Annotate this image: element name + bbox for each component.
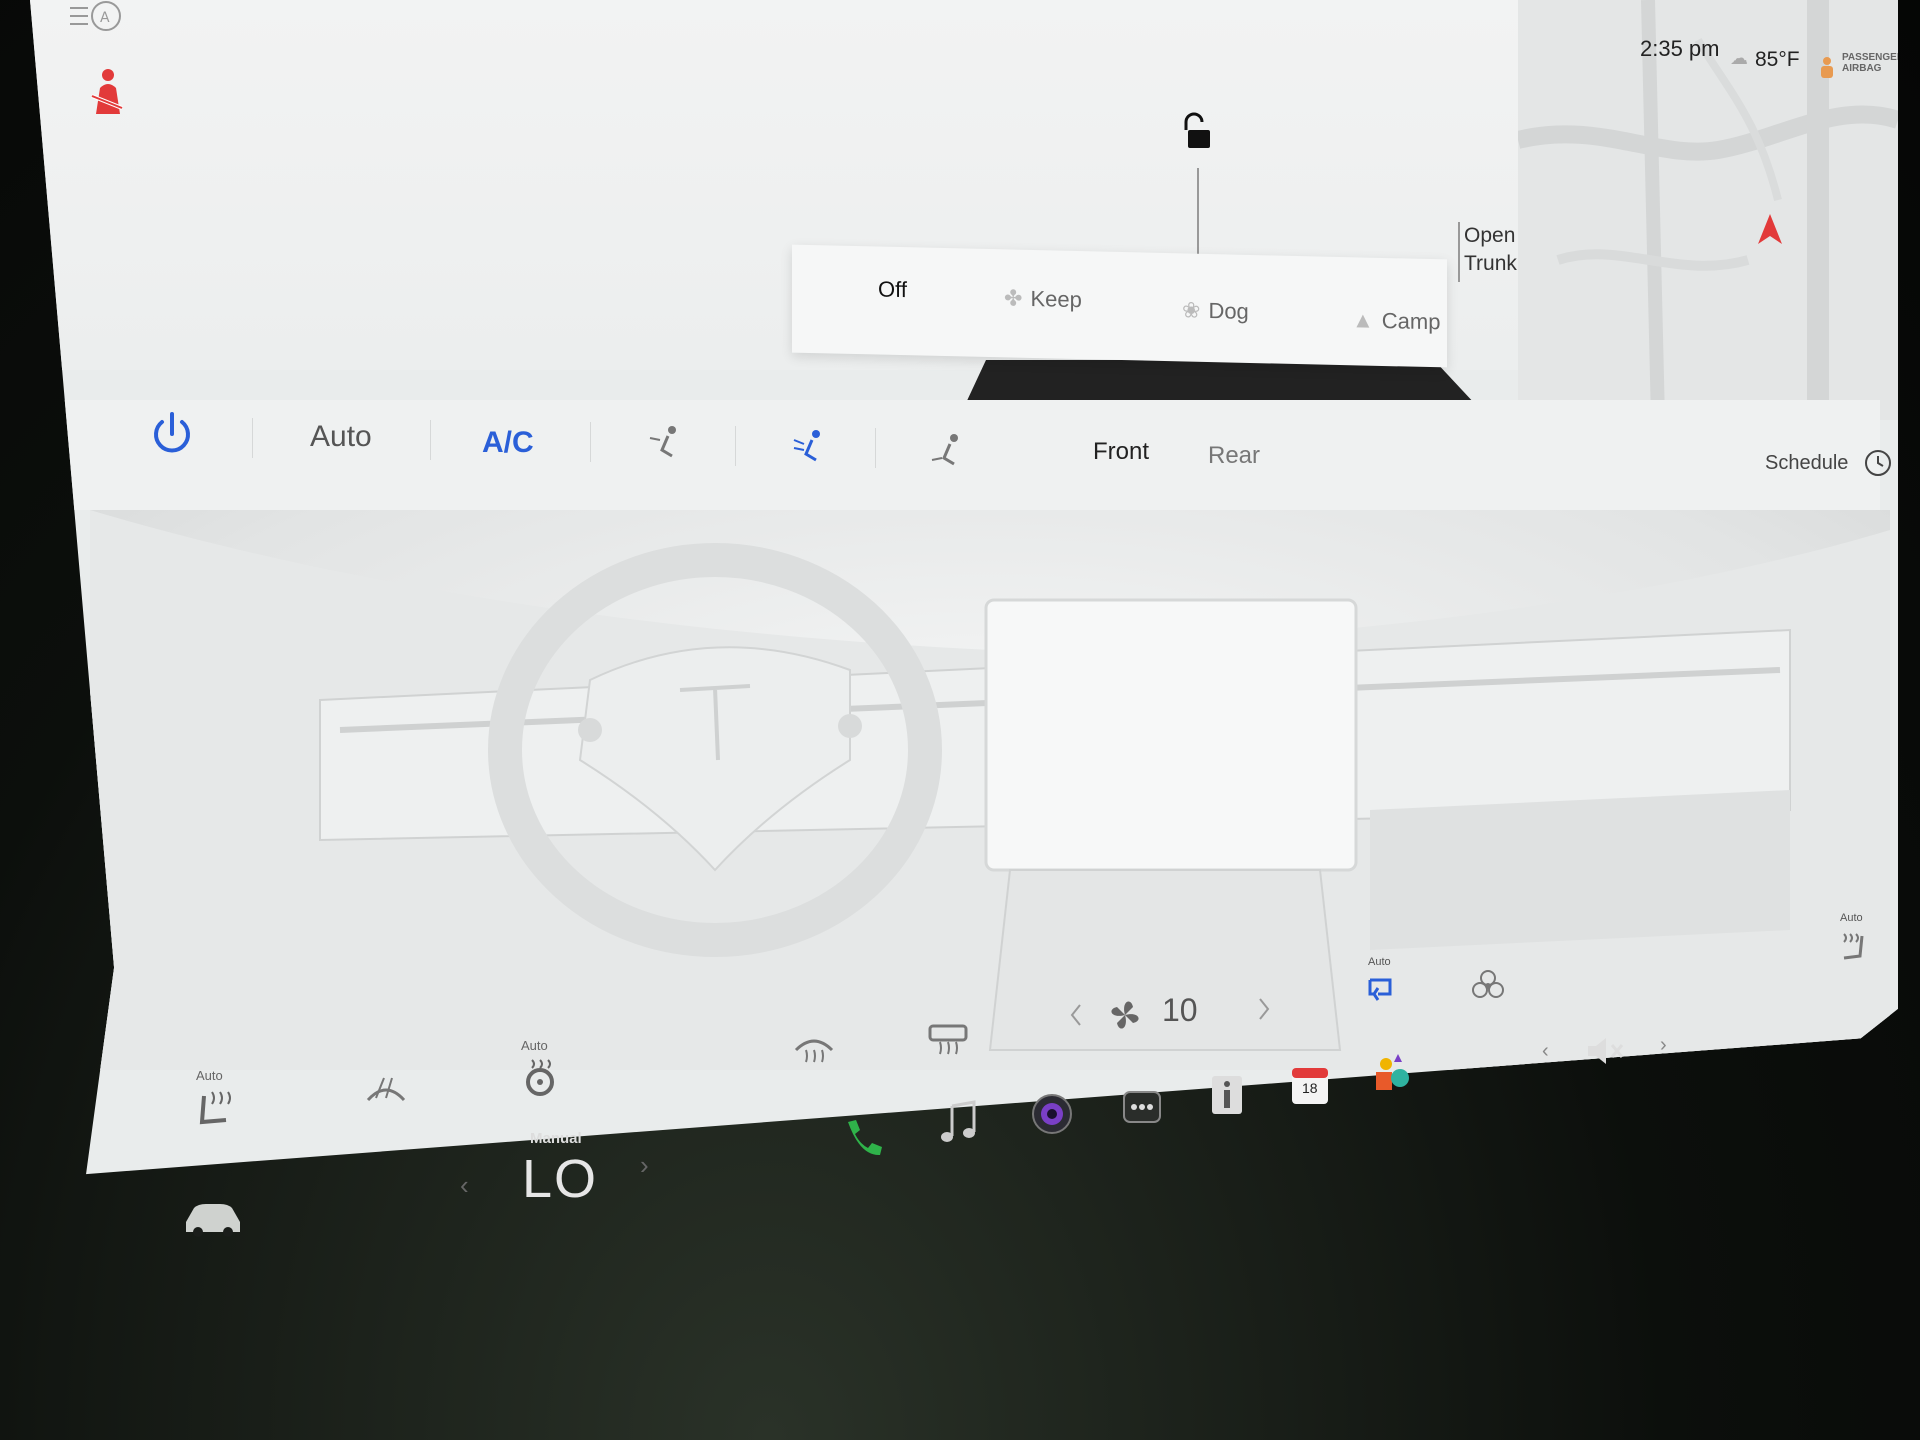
tent-icon: ▲ — [1352, 307, 1374, 333]
map-view[interactable] — [1518, 0, 1898, 420]
steering-heat-label: Auto — [521, 1038, 548, 1053]
rear-climate-tab[interactable]: Rear — [1208, 442, 1260, 470]
unlock-icon[interactable] — [1178, 112, 1214, 157]
divider — [735, 426, 736, 466]
driver-temp-mode: Manual — [530, 1130, 582, 1147]
clock-icon[interactable] — [1863, 448, 1893, 483]
svg-text:A: A — [100, 10, 110, 26]
climate-power-icon[interactable] — [148, 410, 196, 463]
navigation-arrow-icon — [1758, 214, 1782, 249]
trunk-callout-line — [1458, 222, 1460, 282]
passenger-airbag-icon — [1821, 57, 1833, 78]
recirculate-icon[interactable] — [1364, 974, 1398, 1009]
divider — [590, 422, 591, 462]
car-controls-icon[interactable] — [180, 1198, 244, 1243]
mode-camp-button[interactable]: ▲ Camp — [1352, 307, 1440, 335]
cabin-illustration — [90, 510, 1890, 1070]
mode-keep-button[interactable]: ✤ Keep — [1004, 285, 1082, 313]
recirculate-auto-label: Auto — [1368, 956, 1391, 968]
manual-info-icon[interactable] — [1208, 1074, 1246, 1121]
airflow-face-icon[interactable] — [646, 424, 686, 469]
fan-small-icon: ✤ — [1004, 285, 1023, 311]
toybox-icon[interactable] — [1372, 1052, 1412, 1101]
calendar-icon[interactable]: 18 — [1290, 1064, 1330, 1111]
passenger-seat-heater-icon[interactable] — [1838, 930, 1868, 969]
music-icon[interactable] — [938, 1100, 978, 1151]
drive-mode-icon: A — [68, 0, 128, 41]
open-trunk-button[interactable]: Open Trunk — [1464, 222, 1517, 278]
front-defrost-icon[interactable] — [792, 1030, 836, 1071]
schedule-button[interactable]: Schedule — [1765, 452, 1848, 475]
camera-icon[interactable] — [1030, 1092, 1074, 1141]
airflow-feet-icon[interactable] — [790, 428, 830, 473]
clock-time: 2:35 pm — [1640, 36, 1720, 61]
bioweapon-mode-icon[interactable] — [1470, 966, 1506, 1007]
outside-temperature: 85°F — [1755, 48, 1800, 71]
driver-temperature[interactable]: LO — [522, 1148, 598, 1210]
driver-seat-heat-label: Auto — [196, 1068, 223, 1083]
volume-muted-icon[interactable] — [1586, 1036, 1626, 1071]
passenger-seat-heat-label: Auto — [1840, 912, 1863, 924]
rear-defrost-icon[interactable] — [926, 1022, 970, 1063]
ac-button[interactable]: A/C — [482, 426, 534, 460]
paw-icon: ❀ — [1182, 297, 1201, 323]
phone-icon[interactable] — [840, 1116, 884, 1165]
climate-keeper-panel: Off ✤ Keep ❀ Dog ▲ Camp — [792, 244, 1447, 368]
climate-auto-button[interactable]: Auto — [310, 420, 372, 454]
passenger-airbag-status: PASSENGER AIRBAG — [1842, 52, 1898, 74]
volume-up-button[interactable]: › — [1660, 1034, 1667, 1057]
mode-dog-button[interactable]: ❀ Dog — [1182, 297, 1249, 325]
airflow-windshield-icon[interactable] — [928, 432, 968, 477]
climate-control-bar — [60, 400, 1880, 510]
calendar-day: 18 — [1302, 1080, 1318, 1096]
mode-off-button[interactable]: Off — [878, 277, 907, 304]
weather-icon: ☁ — [1730, 48, 1748, 68]
seatbelt-warning-icon — [78, 66, 132, 125]
divider — [430, 420, 431, 460]
touchscreen: A 2:35 pm ☁ 85°F PASSENGER AIRBAG Open T… — [30, 0, 1898, 1175]
temp-increase-button[interactable]: › — [640, 1150, 649, 1181]
front-climate-tab[interactable]: Front — [1093, 438, 1149, 466]
divider — [252, 418, 253, 458]
more-apps-icon[interactable] — [1122, 1090, 1162, 1129]
volume-down-button[interactable]: ‹ — [1542, 1040, 1549, 1063]
divider — [875, 428, 876, 468]
fan-speed-value: 10 — [1162, 992, 1198, 1028]
temp-decrease-button[interactable]: ‹ — [460, 1170, 469, 1201]
